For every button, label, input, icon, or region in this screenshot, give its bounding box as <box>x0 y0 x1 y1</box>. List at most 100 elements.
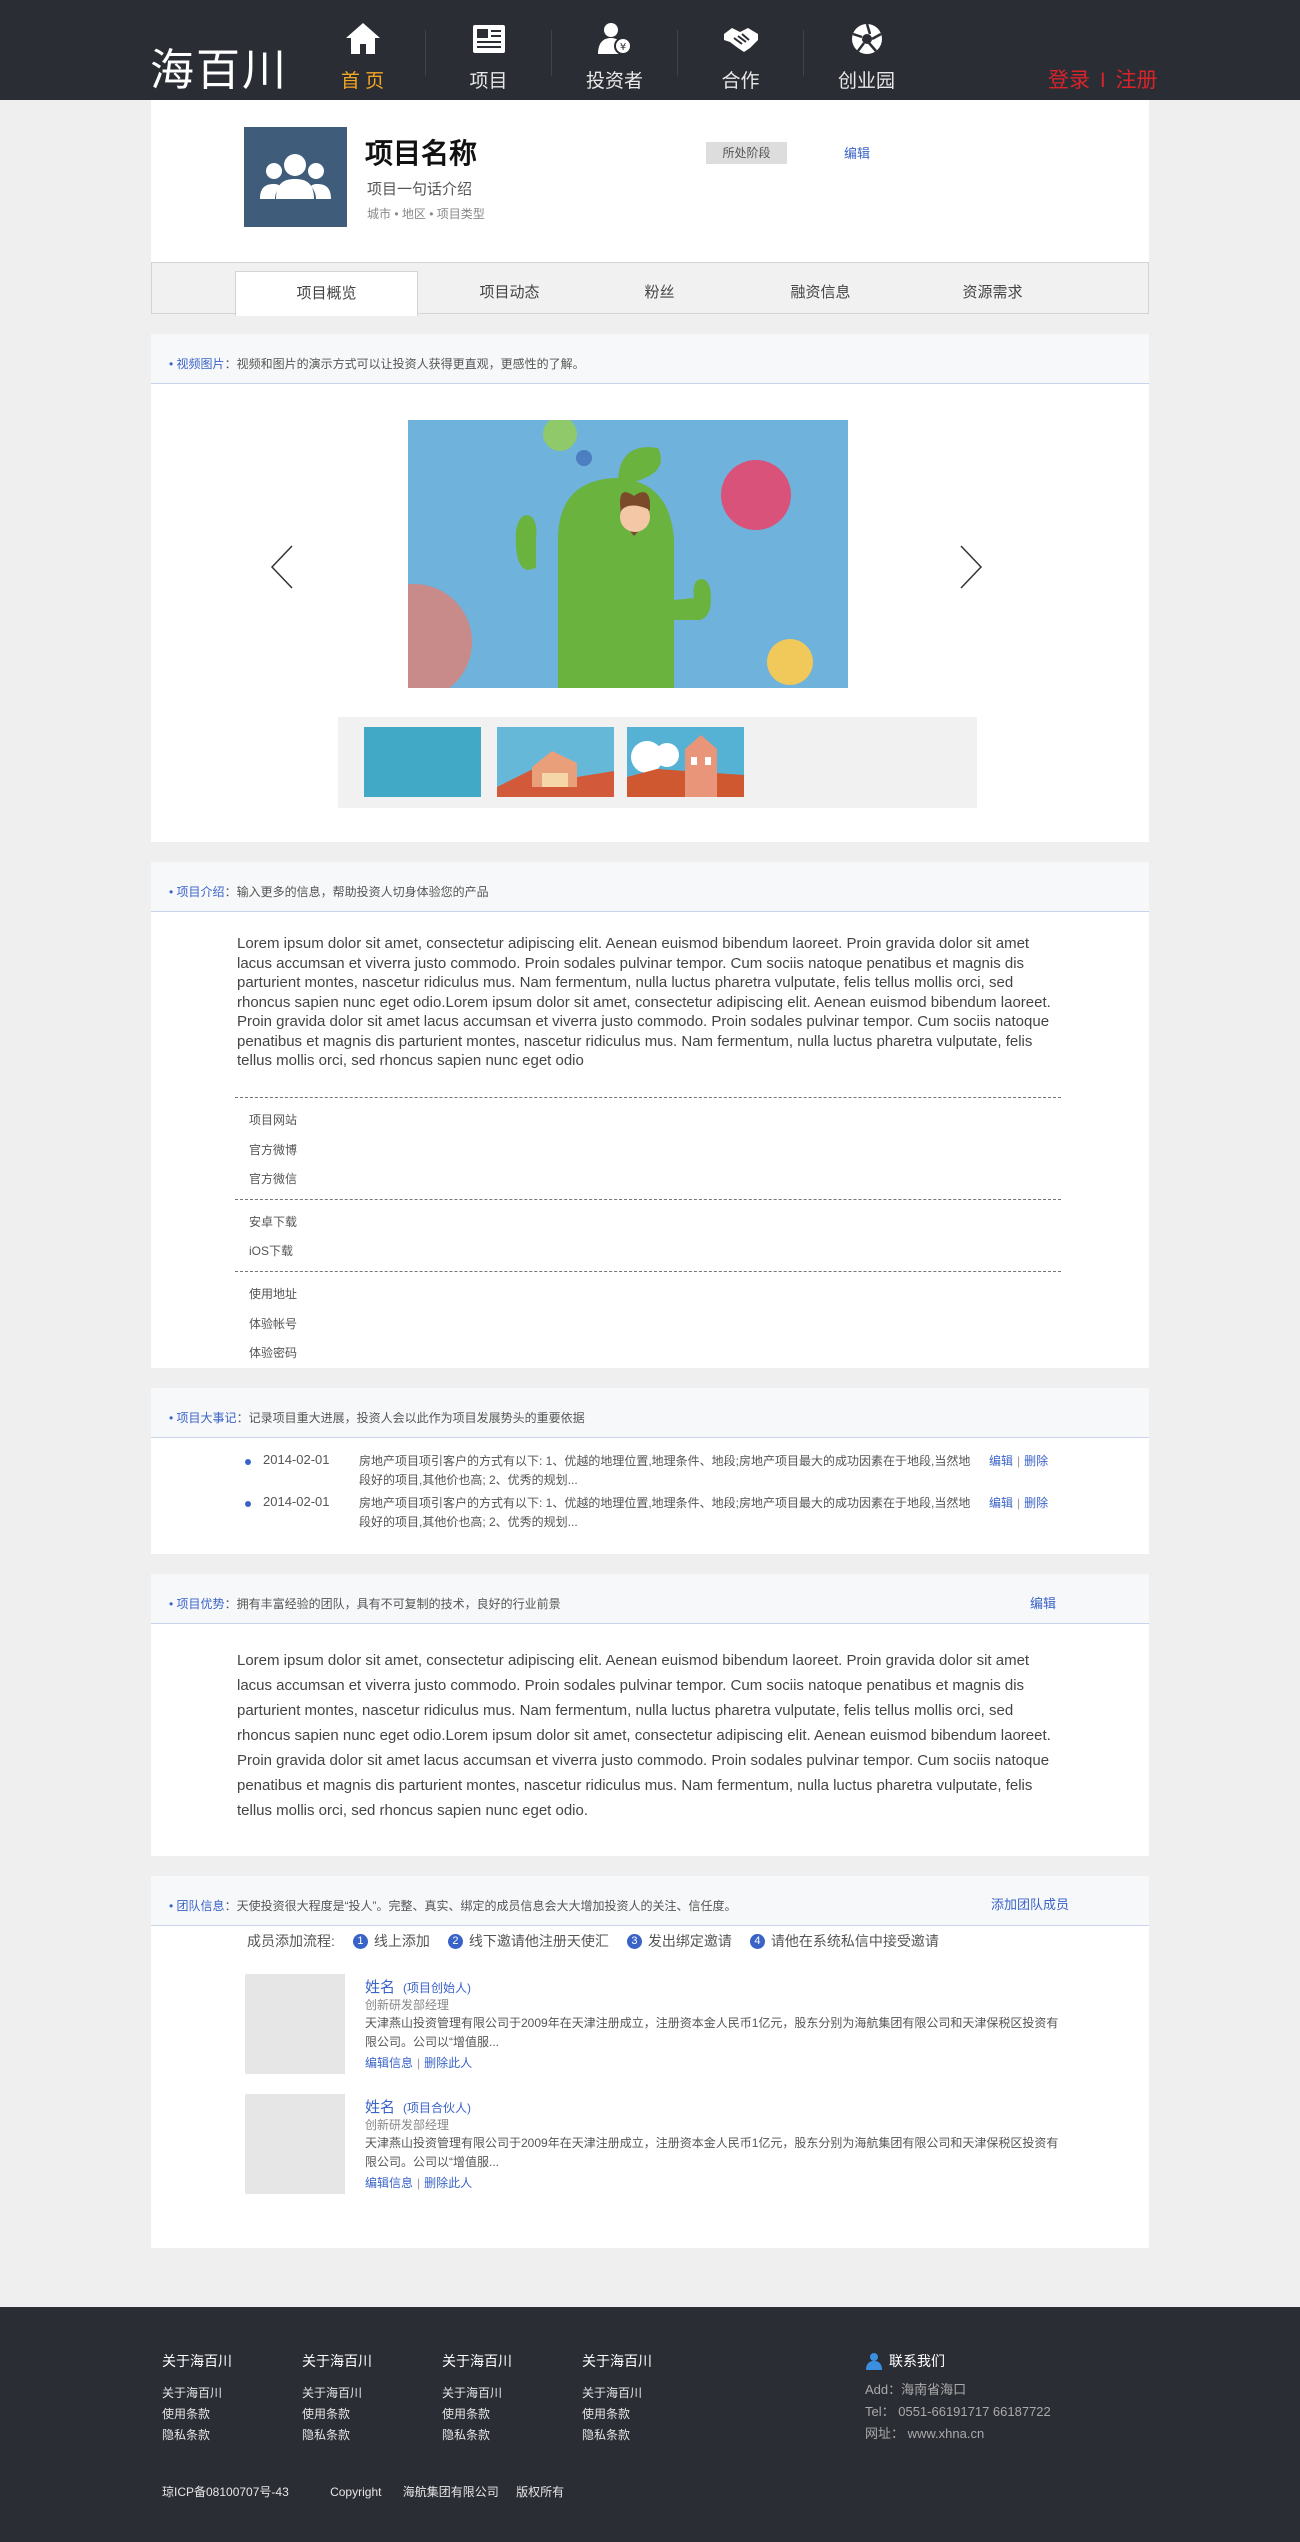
nav-cooperation[interactable]: 合作 <box>678 0 803 100</box>
link-usage-url[interactable]: 使用地址 <box>235 1280 1061 1310</box>
tab-overview[interactable]: 项目概览 <box>235 271 418 316</box>
delete-member-link[interactable]: 删除此人 <box>424 2176 472 2190</box>
team-member: 姓名 (项目创始人) 创新研发部经理 天津燕山投资管理有限公司于2009年在天津注… <box>245 1974 1125 2074</box>
footer-link[interactable]: 隐私条款 <box>582 2425 652 2446</box>
footer-link[interactable]: 隐私条款 <box>442 2425 512 2446</box>
advantage-section: • 项目优势：拥有丰富经验的团队，具有不可复制的技术，良好的行业前景 编辑 Lo… <box>151 1574 1149 1856</box>
footer-link[interactable]: 使用条款 <box>162 2404 232 2425</box>
step-number: 2 <box>447 1933 463 1949</box>
edit-project-link[interactable]: 编辑 <box>844 143 870 162</box>
edit-advantage-link[interactable]: 编辑 <box>1030 1593 1056 1612</box>
footer-link[interactable]: 关于海百川 <box>302 2383 372 2404</box>
project-name: 项目名称 <box>365 138 478 169</box>
edit-link[interactable]: 编辑 <box>989 1454 1013 1468</box>
delete-link[interactable]: 删除 <box>1024 1496 1048 1510</box>
nav-label: 创业园 <box>837 71 895 92</box>
member-actions: 编辑信息 | 删除此人 <box>365 2174 472 2191</box>
bullet-dot <box>245 1459 251 1465</box>
event-date: 2014-02-01 <box>263 1452 330 1467</box>
flow-label: 成员添加流程: <box>247 1933 335 1949</box>
home-icon <box>346 23 380 54</box>
thumbnail[interactable] <box>497 727 614 797</box>
intro-section: • 项目介绍：输入更多的信息，帮助投资人切身体验您的产品 Lorem ipsum… <box>151 862 1149 1368</box>
footer-link[interactable]: 关于海百川 <box>162 2383 232 2404</box>
event-item: 2014-02-01 房地产项目项引客户的方式有以下: 1、优越的地理位置,地理… <box>151 1448 1149 1488</box>
contact-web[interactable]: 网址： www.xhna.cn <box>865 2423 1051 2445</box>
member-name[interactable]: 姓名 <box>365 2099 395 2116</box>
action-divider: | <box>417 2176 421 2190</box>
footer-link[interactable]: 使用条款 <box>442 2404 512 2425</box>
edit-member-link[interactable]: 编辑信息 <box>365 2056 413 2070</box>
top-navbar: 海百川 首 页 项目 ¥ 投资者 合作 创业园 登录 I 注册 <box>0 0 1300 100</box>
link-android[interactable]: 安卓下载 <box>235 1208 1061 1238</box>
link-weibo[interactable]: 官方微博 <box>235 1136 1061 1166</box>
step-number: 3 <box>626 1933 642 1949</box>
step-label: 发出绑定邀请 <box>647 1933 732 1949</box>
link-group: 项目网站 官方微博 官方微信 <box>235 1097 1061 1199</box>
footer-heading: 关于海百川 <box>442 2353 512 2369</box>
nav-investors[interactable]: ¥ 投资者 <box>552 0 677 100</box>
section-hint: ：视频和图片的演示方式可以让投资人获得更直观，更感性的了解。 <box>224 357 585 371</box>
stage-badge[interactable]: 所处阶段 <box>706 142 787 164</box>
member-description: 天津燕山投资管理有限公司于2009年在天津注册成立，注册资本金人民币1亿元，股东… <box>365 2016 1059 2049</box>
events-section: • 项目大事记：记录项目重大进展，投资人会以此作为项目发展势头的重要依据 201… <box>151 1388 1149 1554</box>
step-label: 线上添加 <box>373 1933 430 1949</box>
edit-member-link[interactable]: 编辑信息 <box>365 2176 413 2190</box>
project-slogan: 项目一句话介绍 <box>367 181 473 198</box>
link-demo-account[interactable]: 体验帐号 <box>235 1310 1061 1340</box>
section-hint: ：天使投资很大程度是“投人”。完整、真实、绑定的成员信息会大大增加投资人的关注、… <box>224 1899 737 1913</box>
footer-link[interactable]: 使用条款 <box>582 2404 652 2425</box>
event-actions: 编辑 | 删除 <box>989 1494 1048 1511</box>
action-divider: | <box>1017 1496 1021 1510</box>
section-hint: ：记录项目重大进展，投资人会以此作为项目发展势头的重要依据 <box>236 1411 585 1425</box>
link-website[interactable]: 项目网站 <box>235 1106 1061 1136</box>
tab-fans[interactable]: 粉丝 <box>568 271 751 315</box>
event-actions: 编辑 | 删除 <box>989 1452 1048 1469</box>
nav-startup-park[interactable]: 创业园 <box>804 0 929 100</box>
member-photo[interactable] <box>245 2094 345 2194</box>
site-logo[interactable]: 海百川 <box>150 34 288 98</box>
link-group: 安卓下载 iOS下载 <box>235 1198 1061 1271</box>
thumbnail[interactable] <box>627 727 744 797</box>
team-icon <box>260 154 331 199</box>
footer-link[interactable]: 关于海百川 <box>442 2383 512 2404</box>
icp-number: 琼ICP备08100707号-43 <box>162 2485 289 2499</box>
tab-financing[interactable]: 融资信息 <box>729 271 912 315</box>
section-hint: ：输入更多的信息，帮助投资人切身体验您的产品 <box>224 885 489 899</box>
link-ios[interactable]: iOS下载 <box>235 1237 1061 1267</box>
nav-projects[interactable]: 项目 <box>426 0 551 100</box>
delete-link[interactable]: 删除 <box>1024 1454 1048 1468</box>
link-group: 使用地址 体验帐号 体验密码 <box>235 1270 1061 1373</box>
advantage-text: Lorem ipsum dolor sit amet, consectetur … <box>237 1652 1051 1819</box>
nav-label: 首 页 <box>340 71 385 92</box>
section-header: • 团队信息：天使投资很大程度是“投人”。完整、真实、绑定的成员信息会大大增加投… <box>151 1876 1149 1926</box>
chevron-right-icon[interactable] <box>957 544 985 590</box>
chevron-left-icon[interactable] <box>268 544 296 590</box>
nav-home[interactable]: 首 页 <box>300 0 425 100</box>
user-icon <box>866 2353 882 2370</box>
link-wechat[interactable]: 官方微信 <box>235 1165 1061 1195</box>
register-link[interactable]: 注册 <box>1116 69 1158 92</box>
thumbnail[interactable] <box>364 727 481 797</box>
member-photo[interactable] <box>245 1974 345 2074</box>
delete-member-link[interactable]: 删除此人 <box>424 2056 472 2070</box>
link-demo-password[interactable]: 体验密码 <box>235 1339 1061 1369</box>
project-avatar[interactable] <box>244 127 347 227</box>
add-member-link[interactable]: 添加团队成员 <box>991 1894 1069 1913</box>
media-section: • 视频图片：视频和图片的演示方式可以让投资人获得更直观，更感性的了解。 <box>151 334 1149 842</box>
member-position: 创新研发部经理 <box>365 1998 450 2012</box>
footer-link[interactable]: 关于海百川 <box>582 2383 652 2404</box>
footer-link[interactable]: 隐私条款 <box>302 2425 372 2446</box>
event-item: 2014-02-01 房地产项目项引客户的方式有以下: 1、优越的地理位置,地理… <box>151 1490 1149 1530</box>
footer-link[interactable]: 使用条款 <box>302 2404 372 2425</box>
footer-link[interactable]: 隐私条款 <box>162 2425 232 2446</box>
edit-link[interactable]: 编辑 <box>989 1496 1013 1510</box>
cactus-illustration <box>408 420 848 688</box>
project-tabs: 项目概览 项目动态 粉丝 融资信息 资源需求 <box>151 262 1149 316</box>
member-name[interactable]: 姓名 <box>365 1979 395 1996</box>
project-header: 项目名称 项目一句话介绍 城市 • 地区 • 项目类型 所处阶段 编辑 <box>151 100 1149 262</box>
handshake-icon <box>724 28 758 52</box>
main-slide-image[interactable] <box>408 420 848 688</box>
login-link[interactable]: 登录 <box>1048 69 1090 92</box>
tab-resources[interactable]: 资源需求 <box>901 271 1084 315</box>
